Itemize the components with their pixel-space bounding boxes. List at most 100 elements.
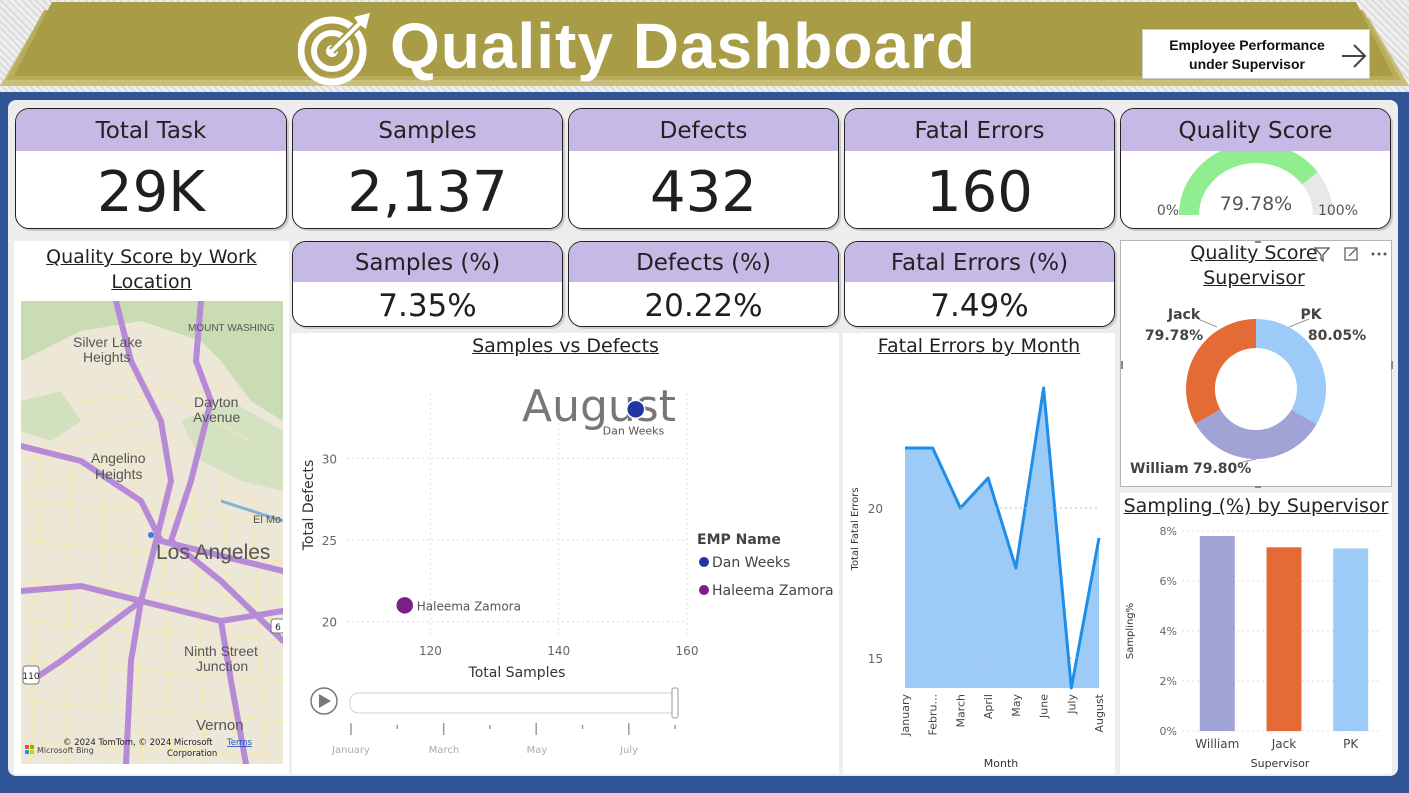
scatter-point-label: Haleema Zamora (417, 599, 521, 613)
employee-performance-nav-button[interactable]: Employee Performance under Supervisor (1142, 29, 1370, 79)
kpi-label: Defects (569, 109, 838, 151)
x-tick-label: June (1038, 694, 1051, 719)
arrow-right-icon (1342, 44, 1367, 68)
x-tick-label: March (954, 694, 967, 728)
bar (1333, 548, 1369, 731)
kpi-value: 7.49% (930, 288, 1029, 324)
kpi-defects-pct[interactable]: Defects (%) 20.22% (568, 241, 839, 327)
map-copyright: © 2024 TomTom, © 2024 Microsoft (63, 738, 213, 748)
scatter-point (625, 399, 646, 420)
kpi-value: 2,137 (347, 160, 508, 225)
y-tick-label: 25 (322, 534, 337, 548)
map-place-label: Junction (196, 658, 248, 674)
x-tick-label: PK (1343, 737, 1359, 751)
map-title: Quality Score by Work Location (46, 246, 257, 293)
kpi-total-task[interactable]: Total Task 29K (15, 108, 287, 229)
resize-handle (1255, 241, 1261, 243)
gauge-max: 100% (1318, 203, 1358, 219)
donut-label-value: 79.78% (1145, 328, 1203, 344)
map-place-label: Heights (95, 466, 142, 482)
gauge-min: 0% (1157, 203, 1179, 219)
kpi-samples[interactable]: Samples 2,137 (292, 108, 563, 229)
quality-supervisor-panel: Quality Score Supervisor Jack 79.78% PK … (1120, 240, 1393, 488)
x-tick-label: May (1010, 694, 1023, 717)
x-tick-label: August (1093, 693, 1106, 732)
quality-score-gauge: 79.78% 0% 100% (1157, 151, 1358, 219)
play-axis-thumb[interactable] (671, 687, 679, 719)
donut-label-name: PK (1300, 307, 1322, 323)
map-place-label: Silver Lake (73, 334, 142, 350)
timeline-label: May (527, 745, 548, 756)
y-tick-label: 6% (1160, 575, 1177, 588)
scatter-points: Dan Weeks Haleema Zamora (394, 399, 665, 616)
timeline-label: March (429, 745, 459, 756)
legend-marker-haleema-zamora (699, 585, 709, 595)
target-icon (298, 13, 370, 86)
play-axis-slider[interactable] (349, 692, 678, 714)
map-place-label: Avenue (193, 409, 240, 425)
kpi-quality-score[interactable]: Quality Score 79.78% 0% 100% (1120, 108, 1391, 229)
map-place-label: Heights (83, 349, 130, 365)
kpi-samples-pct[interactable]: Samples (%) 7.35% (292, 241, 563, 327)
route-shield: 6 (275, 623, 281, 633)
map-panel: Quality Score by Work Location Silver La… (14, 241, 289, 774)
map-terms-link[interactable]: Terms (226, 738, 253, 748)
y-tick-label: 4% (1160, 625, 1177, 638)
gauge-value: 79.78% (1220, 193, 1292, 215)
map-corporation: Corporation (167, 749, 217, 759)
scatter-point (394, 595, 415, 616)
x-tick-label: July (1065, 694, 1078, 715)
y-tick-label: 20 (322, 616, 337, 630)
location-map[interactable]: Silver Lake Heights MOUNT WASHING Dayton… (21, 301, 283, 764)
scatter-y-axis-label: Total Defects (301, 460, 317, 552)
bar-x-axis-label: Supervisor (1251, 757, 1310, 770)
x-tick-label: 160 (676, 644, 699, 658)
donut-label-value: 79.80% (1193, 461, 1251, 477)
y-tick-label: 2% (1160, 675, 1177, 688)
kpi-defects[interactable]: Defects 432 (568, 108, 839, 229)
x-tick-label: 120 (419, 644, 442, 658)
map-place-label: Ninth Street (184, 643, 258, 659)
kpi-fatal-errors-pct[interactable]: Fatal Errors (%) 7.49% (844, 241, 1115, 327)
x-tick-label: 140 (547, 644, 570, 658)
samples-vs-defects-chart[interactable]: 202530120 140 160 August Dan WeeksHaleema … (292, 333, 839, 774)
quality-score-donut-chart[interactable]: Jack 79.78% PK 80.05% William 79.80% (1121, 241, 1393, 488)
legend-marker-dan-weeks (699, 557, 709, 567)
kpi-label: Quality Score (1121, 109, 1390, 151)
donut-label-name: Jack (1167, 307, 1201, 323)
kpi-label: Fatal Errors (%) (845, 242, 1114, 282)
sampling-by-supervisor-chart[interactable]: 0% 2% 4% 6% 8% William Jack PK Supervisor Samp… (1120, 493, 1392, 774)
kpi-label: Samples (%) (293, 242, 562, 282)
leader-line (1197, 318, 1218, 328)
bar-bars: William Jack PK (1195, 536, 1369, 751)
sampling-supervisor-panel: Sampling (%) by Supervisor 0% 2% 4% 6% 8% Wi… (1120, 493, 1392, 774)
scatter-legend-title: EMP Name (697, 532, 781, 548)
legend-label: Haleema Zamora (712, 583, 834, 599)
kpi-label: Defects (%) (569, 242, 838, 282)
play-button[interactable] (310, 687, 338, 715)
fatal-errors-by-month-chart[interactable]: 15 20 January Febru... March April May June Jul… (843, 333, 1115, 774)
area-fill (905, 388, 1099, 688)
area-x-axis-label: Month (984, 757, 1019, 770)
kpi-label: Fatal Errors (845, 109, 1114, 151)
legend-label: Dan Weeks (712, 555, 790, 571)
scatter-x-axis-label: Total Samples (468, 665, 566, 681)
y-tick-label: 15 (868, 652, 883, 666)
fatal-errors-panel: Fatal Errors by Month 15 20 January Febru.… (843, 333, 1115, 774)
map-place-label: Angelino (91, 450, 146, 466)
resize-handle (1121, 361, 1123, 369)
kpi-value: 29K (97, 160, 205, 225)
donut-label-value: 80.05% (1308, 328, 1366, 344)
map-place-label: Los Angeles (156, 541, 270, 564)
bar-y-axis-label: Sampling% (1125, 603, 1136, 659)
kpi-value: 7.35% (378, 288, 477, 324)
y-tick-label: 30 (322, 452, 337, 466)
nav-button-label: Employee Performance under Supervisor (1169, 37, 1325, 72)
kpi-fatal-errors[interactable]: Fatal Errors 160 (844, 108, 1115, 229)
y-tick-label: 20 (868, 502, 883, 516)
resize-handle (1391, 361, 1393, 369)
scatter-point-label: Dan Weeks (603, 424, 665, 437)
kpi-value: 20.22% (644, 288, 763, 324)
x-tick-label: William (1195, 737, 1239, 751)
donut-slices (1186, 318, 1327, 460)
